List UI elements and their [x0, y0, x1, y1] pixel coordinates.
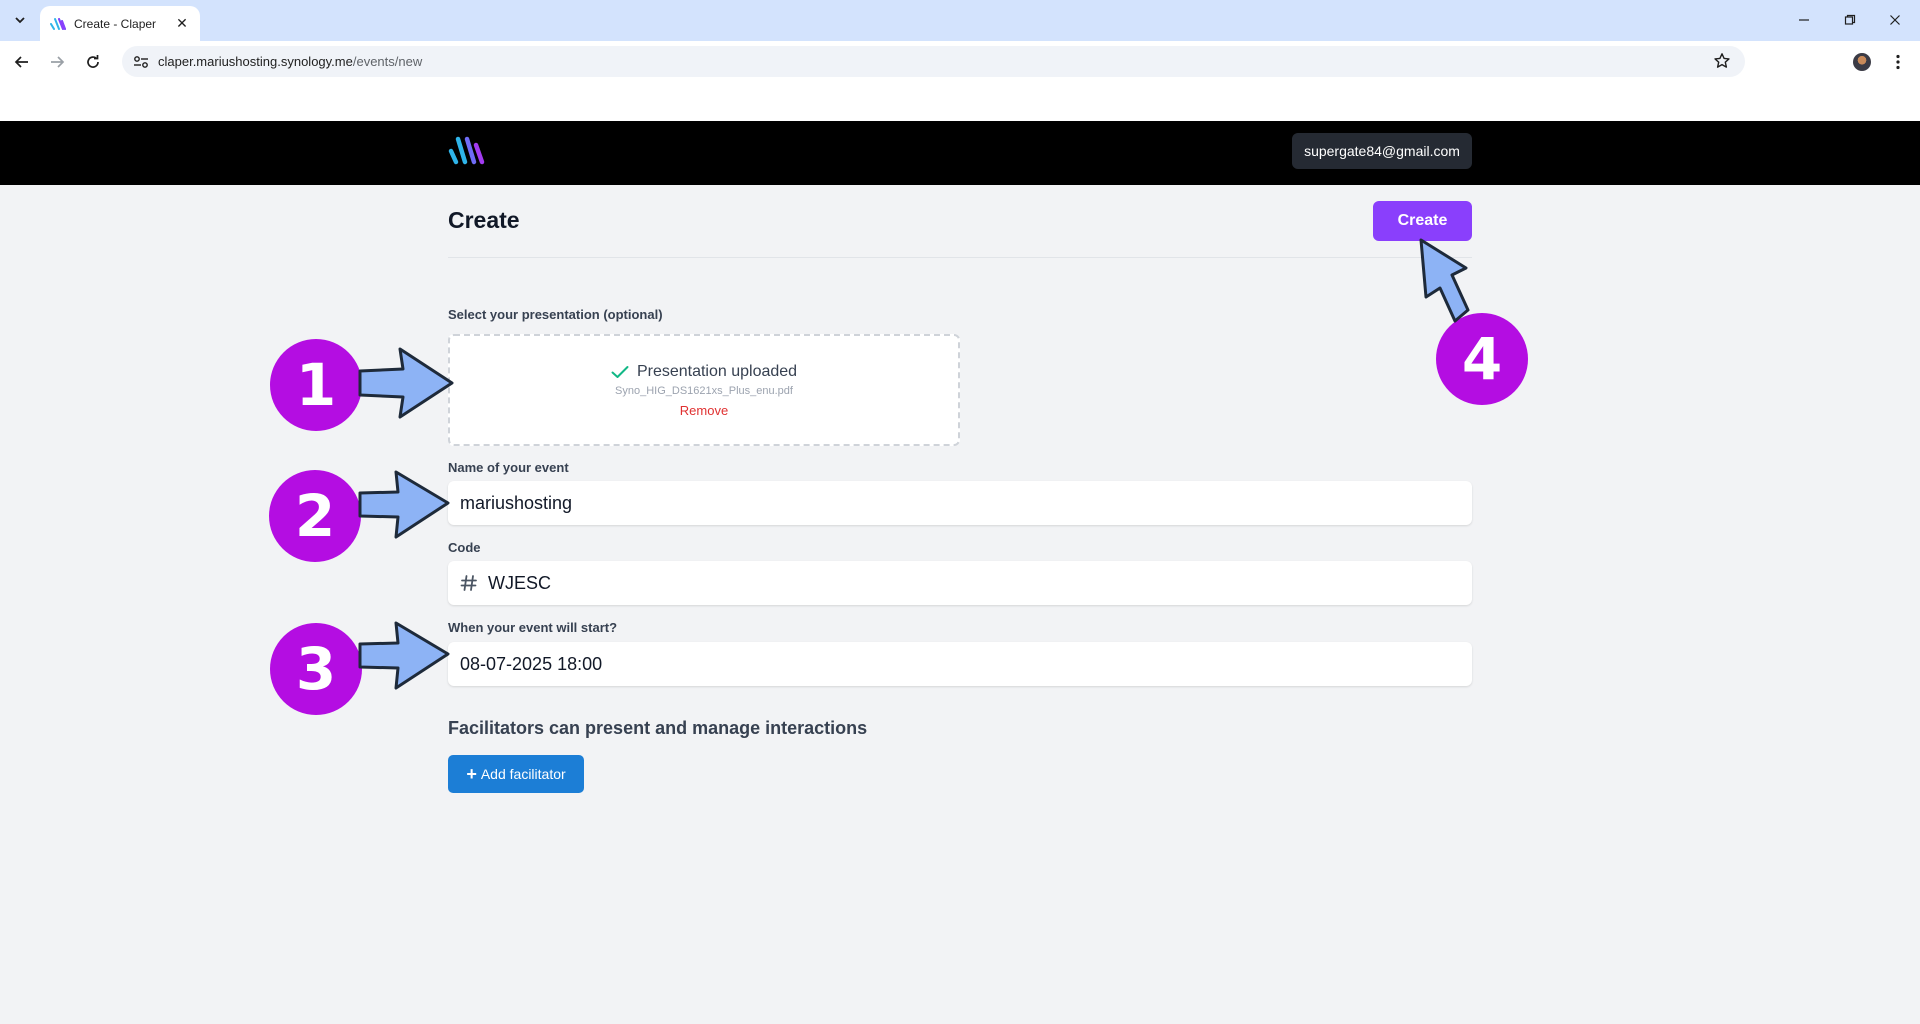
app-header: supergate84@gmail.com: [0, 121, 1920, 185]
annotation-badge-2: 2: [269, 470, 361, 562]
add-facilitator-label: Add facilitator: [480, 766, 566, 782]
claper-logo-icon[interactable]: [448, 133, 488, 167]
annotation-badge-1: 1: [270, 339, 362, 431]
back-icon[interactable]: [10, 50, 34, 74]
annotation-badge-4: 4: [1436, 313, 1528, 405]
annotation-arrow-3: [358, 621, 450, 690]
add-facilitator-button[interactable]: + Add facilitator: [448, 755, 584, 793]
claper-favicon-icon: [50, 17, 66, 30]
upload-status-text: Presentation uploaded: [636, 362, 798, 380]
address-bar[interactable]: claper.mariushosting.synology.me/events/…: [122, 46, 1745, 77]
restore-icon[interactable]: [1840, 10, 1860, 30]
start-datetime-input[interactable]: 08-07-2025 18:00: [448, 642, 1472, 686]
url-path: /events/new: [352, 54, 423, 69]
chevron-down-icon: [15, 17, 25, 24]
code-label: Code: [448, 540, 481, 555]
annotation-badge-3: 3: [270, 623, 362, 715]
annotation-arrow-1: [358, 347, 454, 419]
event-name-label: Name of your event: [448, 460, 569, 475]
forward-icon[interactable]: [45, 50, 69, 74]
tab-search-button[interactable]: [9, 9, 31, 31]
event-name-value: mariushosting: [460, 492, 573, 513]
uploaded-filename: Syno_HIG_DS1621xs_Plus_enu.pdf: [615, 384, 793, 397]
annotation-arrow-4: [1419, 238, 1470, 323]
tab-close-icon[interactable]: ✕: [174, 15, 190, 32]
event-name-input[interactable]: mariushosting: [448, 481, 1472, 525]
presentation-dropzone[interactable]: Presentation uploaded Syno_HIG_DS1621xs_…: [448, 334, 960, 446]
remove-presentation-link[interactable]: Remove: [680, 403, 728, 418]
window-close-icon[interactable]: [1885, 10, 1905, 30]
browser-tab[interactable]: Create - Claper ✕: [40, 6, 200, 41]
presentation-label: Select your presentation (optional): [448, 307, 663, 322]
reload-icon[interactable]: [81, 50, 105, 74]
code-input[interactable]: WJESC: [448, 561, 1472, 605]
check-icon: [611, 365, 629, 378]
start-label: When your event will start?: [448, 620, 618, 635]
upload-status: Presentation uploaded: [611, 363, 797, 381]
start-datetime-value: 08-07-2025 18:00: [460, 653, 603, 674]
browser-menu-icon[interactable]: [1888, 51, 1908, 73]
annotation-arrow-2: [358, 470, 450, 539]
profile-avatar[interactable]: [1853, 53, 1871, 71]
code-value: WJESC: [488, 572, 551, 593]
plus-icon: +: [466, 763, 477, 784]
facilitators-heading: Facilitators can present and manage inte…: [448, 718, 868, 738]
browser-tabstrip: Create - Claper ✕: [0, 0, 1920, 41]
header-divider: [448, 257, 1472, 258]
page-title: Create: [448, 207, 520, 233]
page-top-strip: [0, 82, 1920, 121]
hash-icon: [460, 574, 478, 592]
browser-toolbar: claper.mariushosting.synology.me/events/…: [0, 41, 1920, 82]
url-host: claper.mariushosting.synology.me: [158, 54, 353, 69]
url-text: claper.mariushosting.synology.me/events/…: [158, 54, 422, 69]
minimize-icon[interactable]: [1794, 10, 1814, 30]
bookmark-star-icon[interactable]: [1713, 52, 1731, 75]
tab-title: Create - Claper: [74, 16, 157, 31]
site-settings-icon[interactable]: [132, 53, 150, 71]
user-menu-button[interactable]: supergate84@gmail.com: [1292, 133, 1472, 169]
